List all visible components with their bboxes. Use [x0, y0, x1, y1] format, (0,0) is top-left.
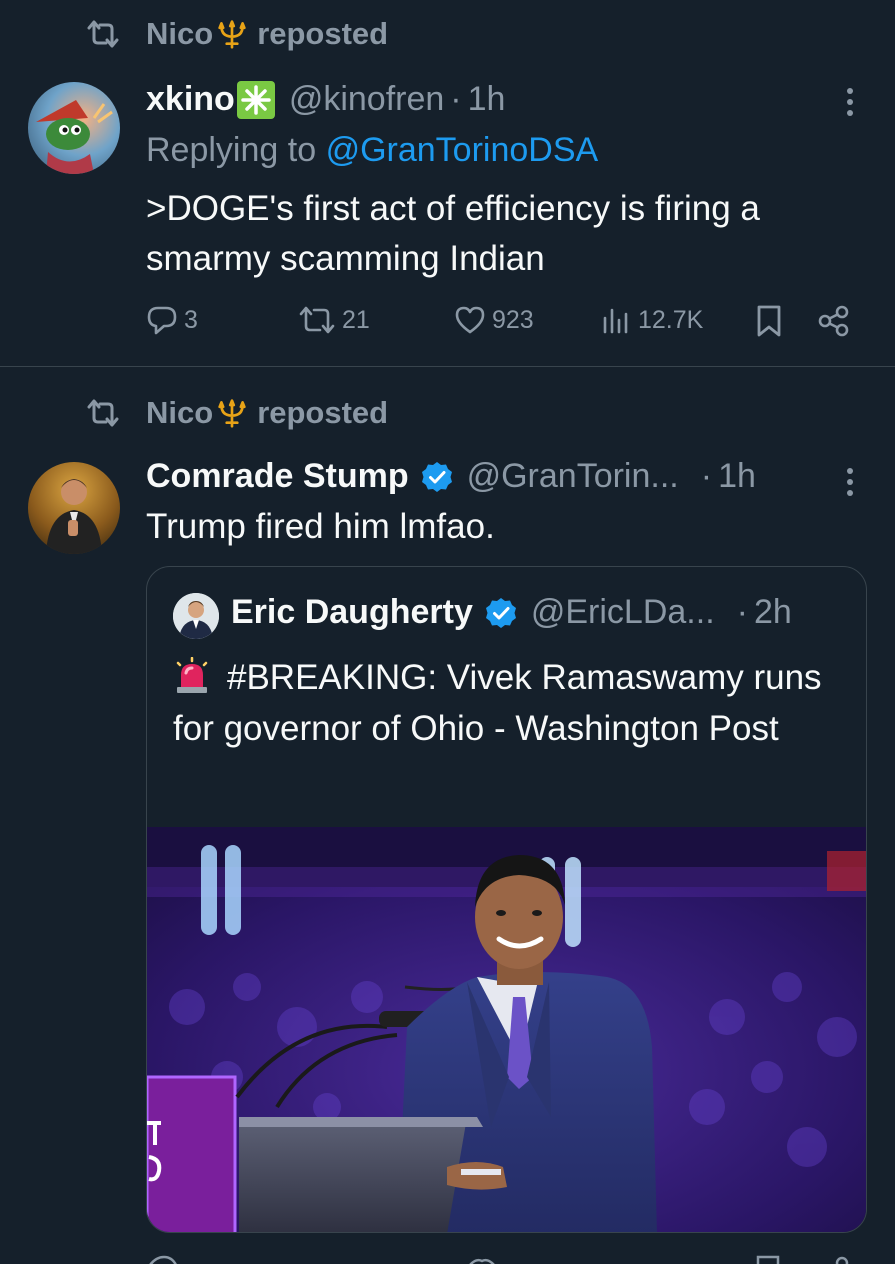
views-button[interactable]: 12.7K: [600, 304, 703, 336]
reply-icon: [147, 306, 177, 335]
verified-icon: [485, 597, 516, 628]
reply-count: 3: [184, 305, 198, 334]
siren-icon: [176, 657, 208, 693]
next-action-bar-peek: [0, 1252, 895, 1264]
avatar-image: [28, 82, 120, 174]
trident-icon: [218, 399, 246, 428]
timestamp[interactable]: 1h: [468, 80, 506, 119]
quoted-header: Eric Daugherty @EricLDa... · 2h: [231, 593, 792, 632]
share-button[interactable]: [816, 304, 856, 338]
bookmark-button[interactable]: [754, 304, 790, 338]
quoted-image[interactable]: [147, 827, 866, 1232]
quoted-photo: [147, 827, 866, 1232]
timestamp[interactable]: 1h: [718, 457, 756, 496]
separator-dot: ·: [450, 80, 462, 118]
more-icon[interactable]: [840, 462, 860, 502]
author-handle[interactable]: @kinofren: [289, 80, 444, 119]
separator-dot: ·: [700, 457, 713, 495]
reply-button[interactable]: 3: [146, 304, 198, 336]
quoted-text: #BREAKING: Vivek Ramaswamy runs for gove…: [173, 658, 822, 748]
share-icon: [818, 305, 849, 337]
author-name[interactable]: xkino: [146, 80, 235, 119]
trident-icon: [218, 20, 246, 49]
quoted-tweet[interactable]: Eric Daugherty @EricLDa... · 2h #BREAKIN…: [146, 566, 867, 1233]
quoted-avatar[interactable]: [173, 593, 219, 639]
sparkle-icon: [236, 80, 275, 119]
replying-to-handle[interactable]: @GranTorinoDSA: [326, 131, 599, 169]
tweet-1[interactable]: Nico reposted xkino @kinofren · 1h Reply…: [0, 0, 895, 366]
repost-icon: [87, 399, 119, 427]
tweet-text: >DOGE's first act of efficiency is firin…: [146, 189, 760, 278]
views-icon: [603, 308, 628, 334]
repost-indicator[interactable]: Nico reposted: [86, 393, 388, 433]
replying-to-label: Replying to: [146, 131, 317, 169]
repost-button[interactable]: 21: [298, 304, 370, 336]
view-count: 12.7K: [638, 305, 704, 334]
avatar-image: [28, 462, 120, 554]
like-count: 923: [492, 305, 534, 334]
quoted-author-handle[interactable]: @EricLDa...: [531, 593, 715, 632]
repost-icon: [87, 20, 119, 48]
action-bar: 3 21 923 12.7K: [146, 300, 856, 348]
repost-icon: [299, 306, 335, 334]
reposter-name[interactable]: Nico: [146, 16, 213, 52]
tweet-header: xkino @kinofren · 1h: [146, 80, 505, 119]
like-icon: [455, 306, 485, 334]
reposted-label: reposted: [257, 395, 389, 430]
verified-icon: [421, 461, 452, 492]
tweet-text: Trump fired him lmfao.: [146, 507, 495, 546]
avatar[interactable]: [28, 462, 120, 554]
repost-indicator[interactable]: Nico reposted: [86, 14, 388, 54]
author-handle[interactable]: @GranTorin...: [467, 457, 679, 496]
bookmark-icon: [757, 305, 781, 337]
reposted-label: reposted: [257, 16, 389, 51]
reposter-name[interactable]: Nico: [146, 395, 213, 431]
quoted-avatar-image: [173, 593, 219, 639]
quoted-author-name[interactable]: Eric Daugherty: [231, 593, 473, 632]
quoted-timestamp: 2h: [753, 593, 792, 631]
more-icon[interactable]: [840, 82, 860, 122]
quoted-text-block: #BREAKING: Vivek Ramaswamy runs for gove…: [173, 652, 853, 754]
author-name[interactable]: Comrade Stump: [146, 457, 409, 496]
separator-dot: ·: [736, 593, 748, 631]
repost-count: 21: [342, 305, 370, 334]
avatar[interactable]: [28, 82, 120, 174]
tweet-header: Comrade Stump @GranTorin... · 1h: [146, 457, 756, 496]
replying-to: Replying to @GranTorinoDSA: [146, 131, 598, 170]
like-button[interactable]: 923: [454, 304, 534, 336]
